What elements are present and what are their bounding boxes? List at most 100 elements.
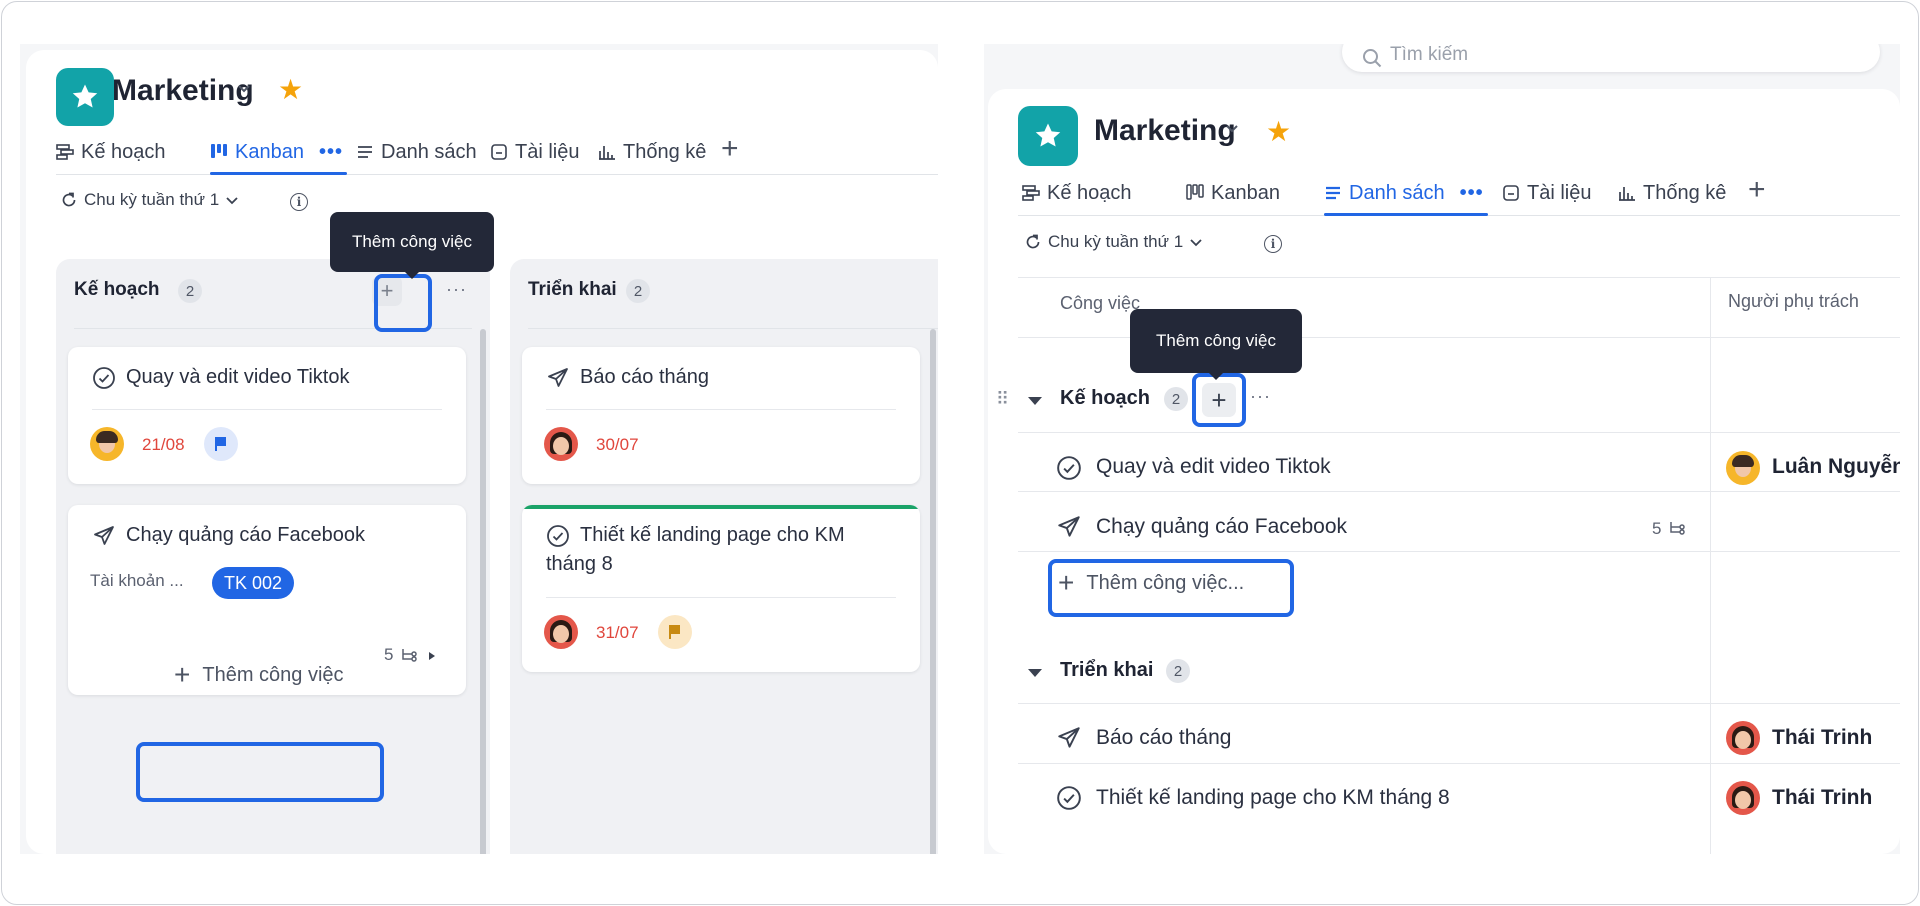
card-divider xyxy=(546,597,896,598)
add-task-label: Thêm công việc xyxy=(202,663,344,686)
subtask-icon xyxy=(400,647,418,665)
list-icon xyxy=(356,143,374,161)
task-card[interactable]: Thiết kế landing page cho KM tháng 8 31/… xyxy=(522,505,920,672)
subtask-count: 5 xyxy=(1652,519,1662,538)
row-border xyxy=(1018,763,1900,764)
task-title: Báo cáo tháng xyxy=(1096,726,1232,749)
tab-ke-hoach[interactable]: Kế hoạch xyxy=(56,130,166,174)
check-circle-icon[interactable] xyxy=(92,366,116,390)
collapse-caret-icon[interactable] xyxy=(1028,669,1042,677)
tab-label: Kế hoạch xyxy=(1047,181,1132,204)
column-count-badge: 2 xyxy=(178,279,202,303)
tab-kanban[interactable]: Kanban xyxy=(1186,171,1280,215)
add-view-icon[interactable]: + xyxy=(1748,175,1766,205)
avatar[interactable] xyxy=(544,615,578,649)
favorite-star-icon[interactable]: ★ xyxy=(278,76,303,104)
project-title[interactable]: Marketing xyxy=(112,74,254,108)
paper-plane-icon[interactable] xyxy=(1056,514,1082,540)
row-border xyxy=(1018,551,1900,552)
task-title: Chạy quảng cáo Facebook xyxy=(1096,515,1348,538)
chevron-down-icon[interactable] xyxy=(1224,120,1240,141)
task-card[interactable]: Báo cáo tháng 30/07 xyxy=(522,347,920,484)
search-placeholder: Tìm kiếm xyxy=(1390,44,1469,65)
search-input[interactable]: Tìm kiếm xyxy=(1342,44,1880,72)
paper-plane-icon[interactable] xyxy=(546,366,570,390)
assignee-name: Thái Trinh xyxy=(1772,786,1873,809)
priority-flag-icon[interactable] xyxy=(204,427,238,461)
view-tabs: Kế hoạch Kanban ••• Danh sách Tài liệu T… xyxy=(56,130,938,175)
kanban-view-content: Marketing ★ Kế hoạch Kanban ••• Danh sác… xyxy=(26,50,938,854)
task-title: Thiết kế landing page cho KM tháng 8 xyxy=(1096,786,1450,809)
collapse-caret-icon[interactable] xyxy=(1028,397,1042,405)
avatar[interactable] xyxy=(1726,781,1760,815)
group-count-badge: 2 xyxy=(1164,387,1188,411)
column-scrollbar[interactable] xyxy=(930,329,936,854)
table-top-border xyxy=(1018,277,1900,278)
more-options-icon[interactable]: ••• xyxy=(319,141,343,164)
highlight-add-task-button xyxy=(136,742,384,802)
column-title: Kế hoạch xyxy=(74,279,160,300)
cycle-label: Chu kỳ tuần thứ 1 xyxy=(1048,232,1184,251)
bar-chart-icon xyxy=(598,143,616,161)
tab-danh-sach[interactable]: Danh sách xyxy=(356,130,477,174)
info-icon[interactable]: i xyxy=(1264,235,1282,253)
check-circle-icon[interactable] xyxy=(546,524,570,548)
cycle-selector[interactable]: Chu kỳ tuần thứ 1 xyxy=(60,190,239,210)
column-divider xyxy=(1710,277,1711,854)
due-date: 21/08 xyxy=(142,435,185,454)
avatar[interactable] xyxy=(90,427,124,461)
add-view-icon[interactable]: + xyxy=(721,134,739,164)
list-view-content: Marketing ★ Kế hoạch Kanban Danh sách ••… xyxy=(988,89,1900,854)
drag-handle-icon[interactable]: ⠿ xyxy=(996,389,1009,410)
more-options-icon[interactable]: ••• xyxy=(1460,182,1484,205)
expand-arrow-icon[interactable] xyxy=(428,651,436,661)
cycle-selector[interactable]: Chu kỳ tuần thứ 1 xyxy=(1024,232,1203,252)
list-view-panel: Tìm kiếm Marketing ★ Kế hoạch Kanban Dan… xyxy=(984,44,1900,854)
tab-label: Thống kê xyxy=(1643,181,1727,204)
paper-plane-icon[interactable] xyxy=(92,524,116,548)
task-title: Báo cáo tháng xyxy=(580,366,709,388)
add-task-button[interactable]: + Thêm công việc xyxy=(174,661,344,689)
row-border xyxy=(1018,703,1900,704)
list-icon xyxy=(1324,184,1342,202)
column-scrollbar[interactable] xyxy=(480,329,486,854)
column-more-icon[interactable]: ··· xyxy=(446,279,467,300)
tab-tai-lieu[interactable]: Tài liệu xyxy=(490,130,579,174)
check-circle-icon[interactable] xyxy=(1056,455,1082,481)
add-task-tooltip: Thêm công việc xyxy=(330,212,494,279)
group-title: Triển khai xyxy=(1060,659,1154,681)
priority-flag-icon[interactable] xyxy=(658,615,692,649)
add-task-tooltip: Thêm công việc xyxy=(1130,309,1302,380)
tab-danh-sach[interactable]: Danh sách ••• xyxy=(1324,171,1488,216)
info-icon[interactable]: i xyxy=(290,193,308,211)
tab-label: Tài liệu xyxy=(1527,181,1592,204)
chevron-down-icon[interactable] xyxy=(236,80,252,101)
tab-tai-lieu[interactable]: Tài liệu xyxy=(1502,171,1591,215)
tab-kanban[interactable]: Kanban ••• xyxy=(210,130,347,175)
chevron-down-icon xyxy=(1189,235,1203,249)
avatar[interactable] xyxy=(1726,721,1760,755)
kanban-view-panel: Marketing ★ Kế hoạch Kanban ••• Danh sác… xyxy=(20,44,938,854)
highlight-add-task-plus xyxy=(374,274,432,332)
tab-ke-hoach[interactable]: Kế hoạch xyxy=(1022,171,1132,215)
column-title: Triển khai xyxy=(528,279,617,300)
group-more-icon[interactable]: ··· xyxy=(1250,386,1271,407)
task-card[interactable]: Quay và edit video Tiktok 21/08 xyxy=(68,347,466,484)
avatar[interactable] xyxy=(1726,451,1760,485)
tab-thong-ke[interactable]: Thống kê xyxy=(598,130,706,174)
avatar[interactable] xyxy=(544,427,578,461)
check-circle-icon[interactable] xyxy=(1056,785,1082,811)
project-star-icon xyxy=(56,68,114,126)
task-title: Quay và edit video Tiktok xyxy=(1096,455,1331,478)
project-title[interactable]: Marketing xyxy=(1094,114,1236,148)
tab-thong-ke[interactable]: Thống kê xyxy=(1618,171,1726,215)
favorite-star-icon[interactable]: ★ xyxy=(1266,118,1291,146)
kanban-icon xyxy=(1186,184,1204,202)
account-tag[interactable]: TK 002 xyxy=(212,567,294,599)
task-title: Chạy quảng cáo Facebook xyxy=(126,524,366,546)
cycle-refresh-icon xyxy=(60,191,78,209)
paper-plane-icon[interactable] xyxy=(1056,725,1082,751)
bar-chart-icon xyxy=(1618,184,1636,202)
column-header-task: Công việc xyxy=(1060,293,1141,313)
tab-label: Thống kê xyxy=(623,140,707,163)
